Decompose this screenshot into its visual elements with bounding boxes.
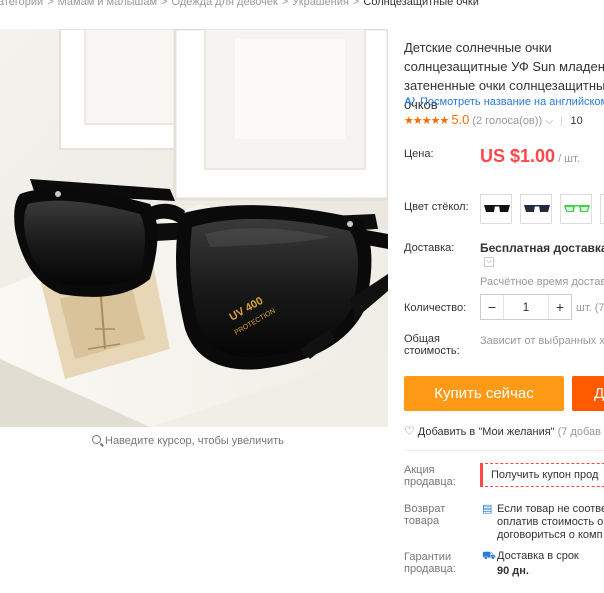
return-policy-line: договориться о комп bbox=[497, 529, 603, 541]
quantity-available: шт. (7 bbox=[576, 302, 604, 314]
rating-count[interactable]: (2 голоса(ов)) bbox=[472, 115, 542, 127]
heart-icon: ♡ bbox=[404, 424, 415, 438]
zoom-hint: Наведите курсор, чтобы увеличить bbox=[92, 435, 284, 447]
guarantee-delivery: Доставка в срок bbox=[497, 550, 579, 562]
price-label: Цена: bbox=[404, 148, 434, 160]
return-policy-line: Если товар не соотве bbox=[497, 503, 604, 515]
product-info-panel: Детские солнечные очки солнцезащитные УФ… bbox=[404, 0, 604, 593]
breadcrumb-separator: > bbox=[47, 0, 54, 8]
buy-now-button[interactable]: Купить сейчас bbox=[404, 376, 564, 411]
breadcrumb-item[interactable]: атегории bbox=[0, 0, 43, 8]
total-note: Зависит от выбранных х bbox=[480, 335, 604, 347]
breadcrumb-item[interactable]: Украшения bbox=[292, 0, 349, 8]
orders-count: 10 bbox=[570, 115, 583, 127]
breadcrumb-item[interactable]: Одежда для девочек bbox=[172, 0, 278, 8]
color-swatch-navy[interactable] bbox=[520, 194, 552, 224]
divider bbox=[404, 450, 604, 451]
quantity-label: Количество: bbox=[404, 302, 467, 314]
return-policy-icon: ▤ bbox=[482, 503, 493, 515]
guarantee-label-line2: продавца: bbox=[404, 563, 456, 575]
get-coupon-button[interactable]: Получить купон прод bbox=[480, 463, 604, 487]
total-label-line2: стоимость: bbox=[404, 345, 460, 357]
product-photo: UV 400 PROTECTION bbox=[0, 29, 388, 427]
divider bbox=[561, 116, 563, 127]
zoom-hint-text: Наведите курсор, чтобы увеличить bbox=[105, 435, 284, 447]
return-policy-line: оплатив стоимость о bbox=[497, 516, 604, 528]
breadcrumb-separator: > bbox=[352, 0, 360, 8]
magnifier-icon bbox=[92, 435, 101, 444]
delivery-truck-icon: ⛟ bbox=[482, 550, 496, 562]
color-swatch-pink[interactable] bbox=[600, 194, 604, 224]
price-unit: / шт. bbox=[558, 153, 580, 165]
quantity-increase-button[interactable]: + bbox=[548, 295, 571, 319]
rating-value: 5.0 bbox=[451, 112, 470, 127]
product-image[interactable]: UV 400 PROTECTION bbox=[0, 29, 388, 427]
shipping-method[interactable]: Бесплатная доставка в bbox=[480, 241, 604, 255]
breadcrumb-separator: > bbox=[161, 0, 168, 8]
breadcrumb-separator: > bbox=[281, 0, 289, 8]
translate-title-link[interactable]: A⁾ Посмотреть название на английском bbox=[404, 95, 604, 108]
rating-bar: ★★★★★ 5.0 (2 голоса(ов)) ⌵ 10 bbox=[404, 112, 583, 128]
seller-promo-label-line2: продавца: bbox=[404, 476, 456, 488]
returns-label-line2: товара bbox=[404, 515, 440, 527]
quantity-decrease-button[interactable]: − bbox=[481, 295, 504, 319]
translate-link-label: Посмотреть название на английском bbox=[420, 96, 604, 108]
add-to-cart-button[interactable]: Д bbox=[572, 376, 604, 411]
shipping-label: Доставка: bbox=[404, 242, 455, 254]
wishlist-count: (7 добав bbox=[557, 426, 601, 438]
price-amount: US $1.00 bbox=[480, 146, 556, 166]
color-label: Цвет стёкол: bbox=[404, 201, 469, 213]
wishlist-label: Добавить в "Мои желания" bbox=[417, 426, 555, 438]
chevron-down-icon[interactable]: ⌵ bbox=[484, 257, 494, 267]
price: US $1.00/ шт. bbox=[480, 146, 580, 167]
breadcrumb-item[interactable]: Мамам и малышам bbox=[58, 0, 157, 8]
chevron-down-icon[interactable]: ⌵ bbox=[545, 115, 553, 127]
color-swatch-black[interactable] bbox=[480, 194, 512, 224]
translate-icon: A⁾ bbox=[404, 96, 416, 108]
star-rating-icon: ★★★★★ bbox=[404, 115, 449, 127]
guarantee-days: 90 дн. bbox=[497, 565, 529, 577]
shipping-estimate: Расчётное время доставки bbox=[480, 276, 604, 288]
quantity-stepper: − 1 + bbox=[480, 294, 572, 320]
quantity-input[interactable]: 1 bbox=[503, 295, 549, 319]
color-swatch-green[interactable] bbox=[560, 194, 592, 224]
add-to-wishlist[interactable]: ♡ Добавить в "Мои желания" (7 добав bbox=[404, 424, 601, 438]
